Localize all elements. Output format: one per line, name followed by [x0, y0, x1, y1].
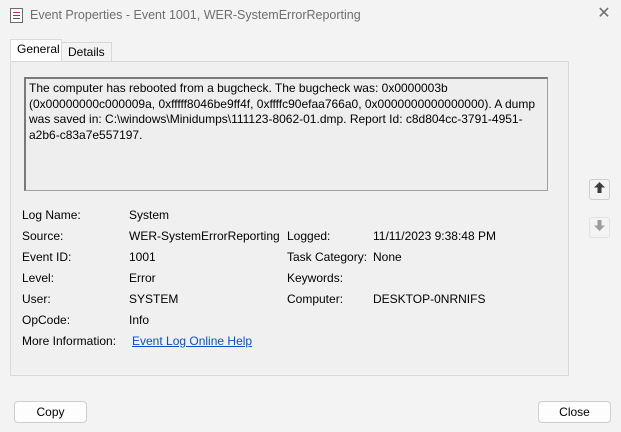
tab-general[interactable]: General: [10, 39, 62, 62]
previous-event-button[interactable]: [589, 179, 610, 200]
level-label: Level:: [22, 271, 55, 285]
computer-value: DESKTOP-0NRNIFS: [373, 292, 486, 306]
log-name-label: Log Name:: [22, 208, 81, 222]
next-event-button[interactable]: [589, 217, 610, 238]
arrow-up-icon: [594, 182, 605, 193]
opcode-value: Info: [129, 313, 150, 327]
event-id-value: 1001: [129, 250, 156, 264]
computer-label: Computer:: [287, 292, 344, 306]
task-category-value: None: [373, 250, 402, 264]
user-value: SYSTEM: [129, 292, 179, 306]
event-viewer-icon: [10, 8, 23, 23]
user-label: User:: [22, 292, 51, 306]
logged-value: 11/11/2023 9:38:48 PM: [373, 229, 496, 243]
window-title: Event Properties - Event 1001, WER-Syste…: [30, 8, 361, 22]
event-log-online-help-link[interactable]: Event Log Online Help: [132, 334, 252, 348]
opcode-label: OpCode:: [22, 313, 71, 327]
log-name-value: System: [129, 208, 170, 222]
arrow-down-icon: [594, 220, 605, 231]
level-value: Error: [129, 271, 156, 285]
task-category-label: Task Category:: [287, 250, 368, 264]
source-value: WER-SystemErrorReporting: [129, 229, 280, 243]
close-window-icon[interactable]: ✕: [595, 5, 613, 23]
event-description[interactable]: The computer has rebooted from a bugchec…: [24, 77, 548, 191]
close-button[interactable]: Close: [538, 401, 611, 423]
keywords-label: Keywords:: [287, 271, 344, 285]
tab-details[interactable]: Details: [62, 42, 112, 62]
copy-button[interactable]: Copy: [14, 401, 87, 423]
source-label: Source:: [22, 229, 64, 243]
title-bar: Event Properties - Event 1001, WER-Syste…: [0, 0, 621, 31]
more-info-label: More Information:: [22, 334, 117, 348]
logged-label: Logged:: [287, 229, 331, 243]
event-id-label: Event ID:: [22, 250, 72, 264]
